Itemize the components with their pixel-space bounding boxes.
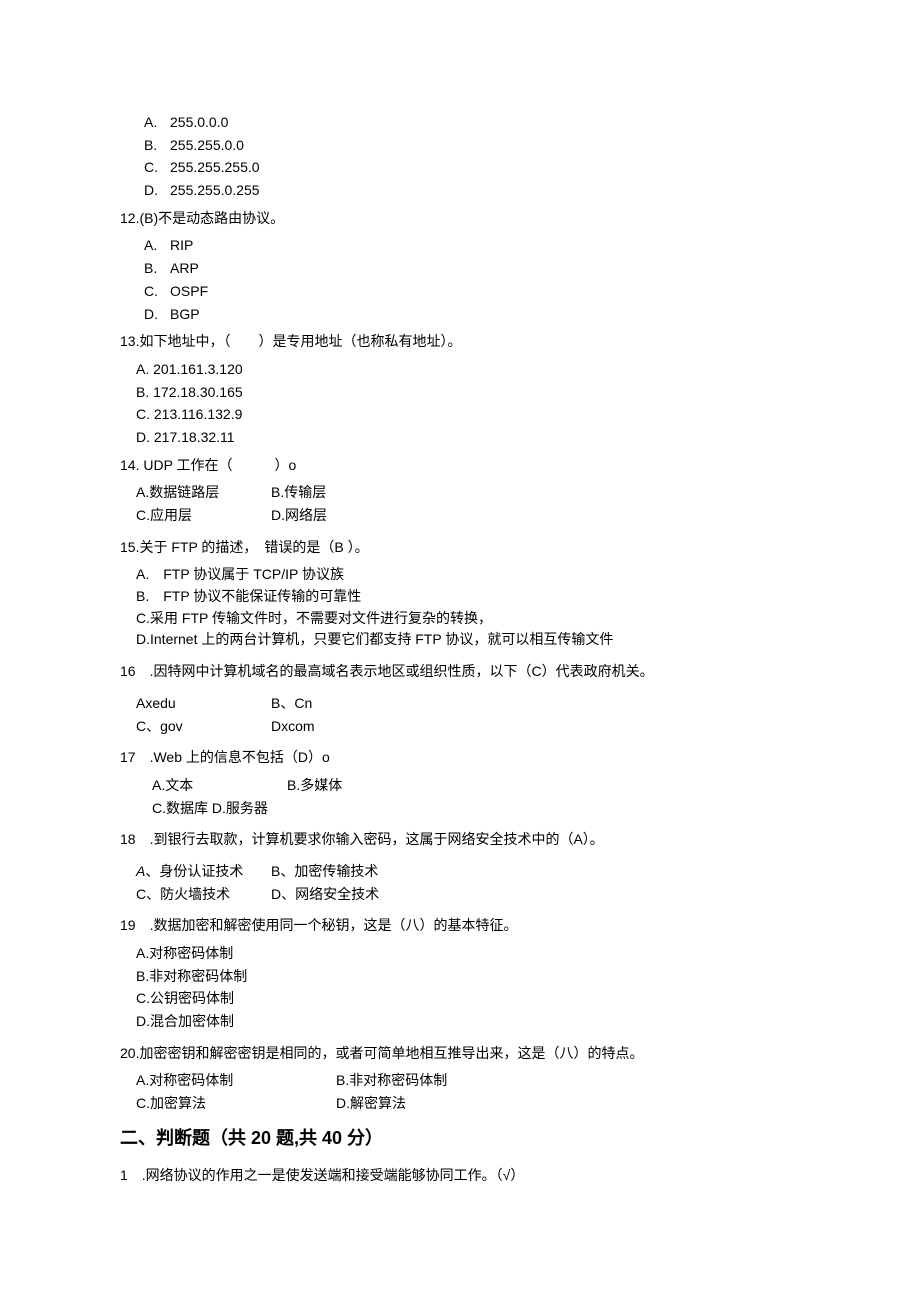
option-letter: C. bbox=[144, 281, 170, 303]
q13-option-a: A. 201.161.3.120 bbox=[136, 359, 800, 381]
q15-option-c: C.采用 FTP 传输文件时，不需要对文件进行复杂的转换， bbox=[136, 608, 800, 630]
q18-option-a-letter: A bbox=[136, 863, 145, 879]
q14-option-d: D.网络层 bbox=[271, 505, 327, 527]
q16-option-d: Dxcom bbox=[271, 716, 315, 738]
option-text: OSPF bbox=[170, 283, 208, 299]
q14-options: A.数据链路层B.传输层 C.应用层D.网络层 bbox=[136, 482, 800, 526]
q17-row2: C.数据库 D.服务器 bbox=[152, 798, 800, 820]
q12-stem: 12.(B)不是动态路由协议。 bbox=[120, 208, 800, 230]
option-text: 255.255.0.255 bbox=[170, 182, 260, 198]
q17-option-b: B.多媒体 bbox=[287, 775, 342, 797]
q11-option-c: C.255.255.255.0 bbox=[144, 157, 800, 179]
section2-heading: 二、判断题（共 20 题,共 40 分） bbox=[120, 1125, 800, 1153]
option-letter: B. bbox=[144, 258, 170, 280]
q12-option-a: A.RIP bbox=[144, 235, 800, 257]
q16-stem: 16 .因特网中计算机域名的最高域名表示地区或组织性质，以下（C）代表政府机关。 bbox=[120, 661, 800, 683]
q18-options: A、身份认证技术B、加密传输技术 C、防火墙技术D、网络安全技术 bbox=[136, 861, 800, 905]
option-text: 255.255.255.0 bbox=[170, 159, 260, 175]
q19-option-a: A.对称密码体制 bbox=[136, 943, 800, 965]
q20-option-b: B.非对称密码体制 bbox=[336, 1070, 447, 1092]
sec2-q1: 1 .网络协议的作用之一是使发送端和接受端能够协同工作。（√） bbox=[120, 1165, 800, 1187]
document-page: A.255.0.0.0 B.255.255.0.0 C.255.255.255.… bbox=[0, 0, 920, 1301]
q16-option-c: C、gov bbox=[136, 716, 271, 738]
q12-option-c: C.OSPF bbox=[144, 281, 800, 303]
q18-row1: A、身份认证技术B、加密传输技术 bbox=[136, 861, 800, 883]
option-letter: C. bbox=[144, 157, 170, 179]
q18-stem: 18 .到银行去取款，计算机要求你输入密码，这属于网络安全技术中的（A）。 bbox=[120, 829, 800, 851]
q20-option-c: C.加密算法 bbox=[136, 1093, 336, 1115]
q16-row1: AxeduB、Cn bbox=[136, 693, 800, 715]
q15-option-a: A. FTP 协议属于 TCP/IP 协议族 bbox=[136, 564, 800, 586]
q14-option-b: B.传输层 bbox=[271, 482, 326, 504]
q14-stem: 14. UDP 工作在（ ）o bbox=[120, 455, 800, 477]
q20-row1: A.对称密码体制B.非对称密码体制 bbox=[136, 1070, 800, 1092]
q16-row2: C、govDxcom bbox=[136, 716, 800, 738]
q12-option-d: D.BGP bbox=[144, 304, 800, 326]
q12-option-b: B.ARP bbox=[144, 258, 800, 280]
q17-options: A.文本B.多媒体 C.数据库 D.服务器 bbox=[152, 775, 800, 819]
option-letter: A. bbox=[144, 235, 170, 257]
q14-row2: C.应用层D.网络层 bbox=[136, 505, 800, 527]
q15-options: A. FTP 协议属于 TCP/IP 协议族 B. FTP 协议不能保证传输的可… bbox=[136, 564, 800, 651]
q17-option-a: A.文本 bbox=[152, 775, 287, 797]
option-text: ARP bbox=[170, 260, 199, 276]
q20-stem: 20.加密密钥和解密密钥是相同的，或者可简单地相互推导出来，这是（八）的特点。 bbox=[120, 1043, 800, 1065]
q18-option-c: C、防火墙技术 bbox=[136, 884, 271, 906]
q18-option-a: A、身份认证技术 bbox=[136, 861, 271, 883]
q15-option-b: B. FTP 协议不能保证传输的可靠性 bbox=[136, 586, 800, 608]
q20-option-a: A.对称密码体制 bbox=[136, 1070, 336, 1092]
q17-stem: 17 .Web 上的信息不包括（D）o bbox=[120, 747, 800, 769]
q12-options: A.RIP B.ARP C.OSPF D.BGP bbox=[144, 235, 800, 325]
q18-option-b: B、加密传输技术 bbox=[271, 861, 378, 883]
option-text: 255.255.0.0 bbox=[170, 137, 244, 153]
option-text: 255.0.0.0 bbox=[170, 114, 228, 130]
q19-option-c: C.公钥密码体制 bbox=[136, 988, 800, 1010]
q15-option-d: D.Internet 上的两台计算机，只要它们都支持 FTP 协议，就可以相互传… bbox=[136, 629, 800, 651]
q16-option-b: B、Cn bbox=[271, 693, 312, 715]
q11-options: A.255.0.0.0 B.255.255.0.0 C.255.255.255.… bbox=[144, 112, 800, 202]
q18-option-d: D、网络安全技术 bbox=[271, 884, 379, 906]
q19-option-b: B.非对称密码体制 bbox=[136, 966, 800, 988]
q18-row2: C、防火墙技术D、网络安全技术 bbox=[136, 884, 800, 906]
q13-options: A. 201.161.3.120 B. 172.18.30.165 C. 213… bbox=[136, 359, 800, 449]
q18-option-a-text: 、身份认证技术 bbox=[145, 863, 243, 879]
option-letter: D. bbox=[144, 304, 170, 326]
q16-option-a: Axedu bbox=[136, 693, 271, 715]
q16-options: AxeduB、Cn C、govDxcom bbox=[136, 693, 800, 737]
q11-option-a: A.255.0.0.0 bbox=[144, 112, 800, 134]
q19-options: A.对称密码体制 B.非对称密码体制 C.公钥密码体制 D.混合加密体制 bbox=[136, 943, 800, 1033]
q20-option-d: D.解密算法 bbox=[336, 1093, 406, 1115]
q13-option-b: B. 172.18.30.165 bbox=[136, 382, 800, 404]
option-letter: B. bbox=[144, 135, 170, 157]
q19-option-d: D.混合加密体制 bbox=[136, 1011, 800, 1033]
q17-row1: A.文本B.多媒体 bbox=[152, 775, 800, 797]
q20-row2: C.加密算法D.解密算法 bbox=[136, 1093, 800, 1115]
option-letter: A. bbox=[144, 112, 170, 134]
q13-option-d: D. 217.18.32.11 bbox=[136, 427, 800, 449]
option-letter: D. bbox=[144, 180, 170, 202]
q20-options: A.对称密码体制B.非对称密码体制 C.加密算法D.解密算法 bbox=[136, 1070, 800, 1114]
q19-stem: 19 .数据加密和解密使用同一个秘钥，这是（八）的基本特征。 bbox=[120, 915, 800, 937]
q15-stem: 15.关于 FTP 的描述， 错误的是（B ）。 bbox=[120, 537, 800, 559]
q14-row1: A.数据链路层B.传输层 bbox=[136, 482, 800, 504]
q11-option-b: B.255.255.0.0 bbox=[144, 135, 800, 157]
q11-option-d: D.255.255.0.255 bbox=[144, 180, 800, 202]
option-text: RIP bbox=[170, 237, 193, 253]
option-text: BGP bbox=[170, 306, 200, 322]
q14-option-c: C.应用层 bbox=[136, 505, 271, 527]
q14-option-a: A.数据链路层 bbox=[136, 482, 271, 504]
q13-option-c: C. 213.116.132.9 bbox=[136, 404, 800, 426]
q13-stem: 13.如下地址中，（ ）是专用地址（也称私有地址）。 bbox=[120, 331, 800, 353]
